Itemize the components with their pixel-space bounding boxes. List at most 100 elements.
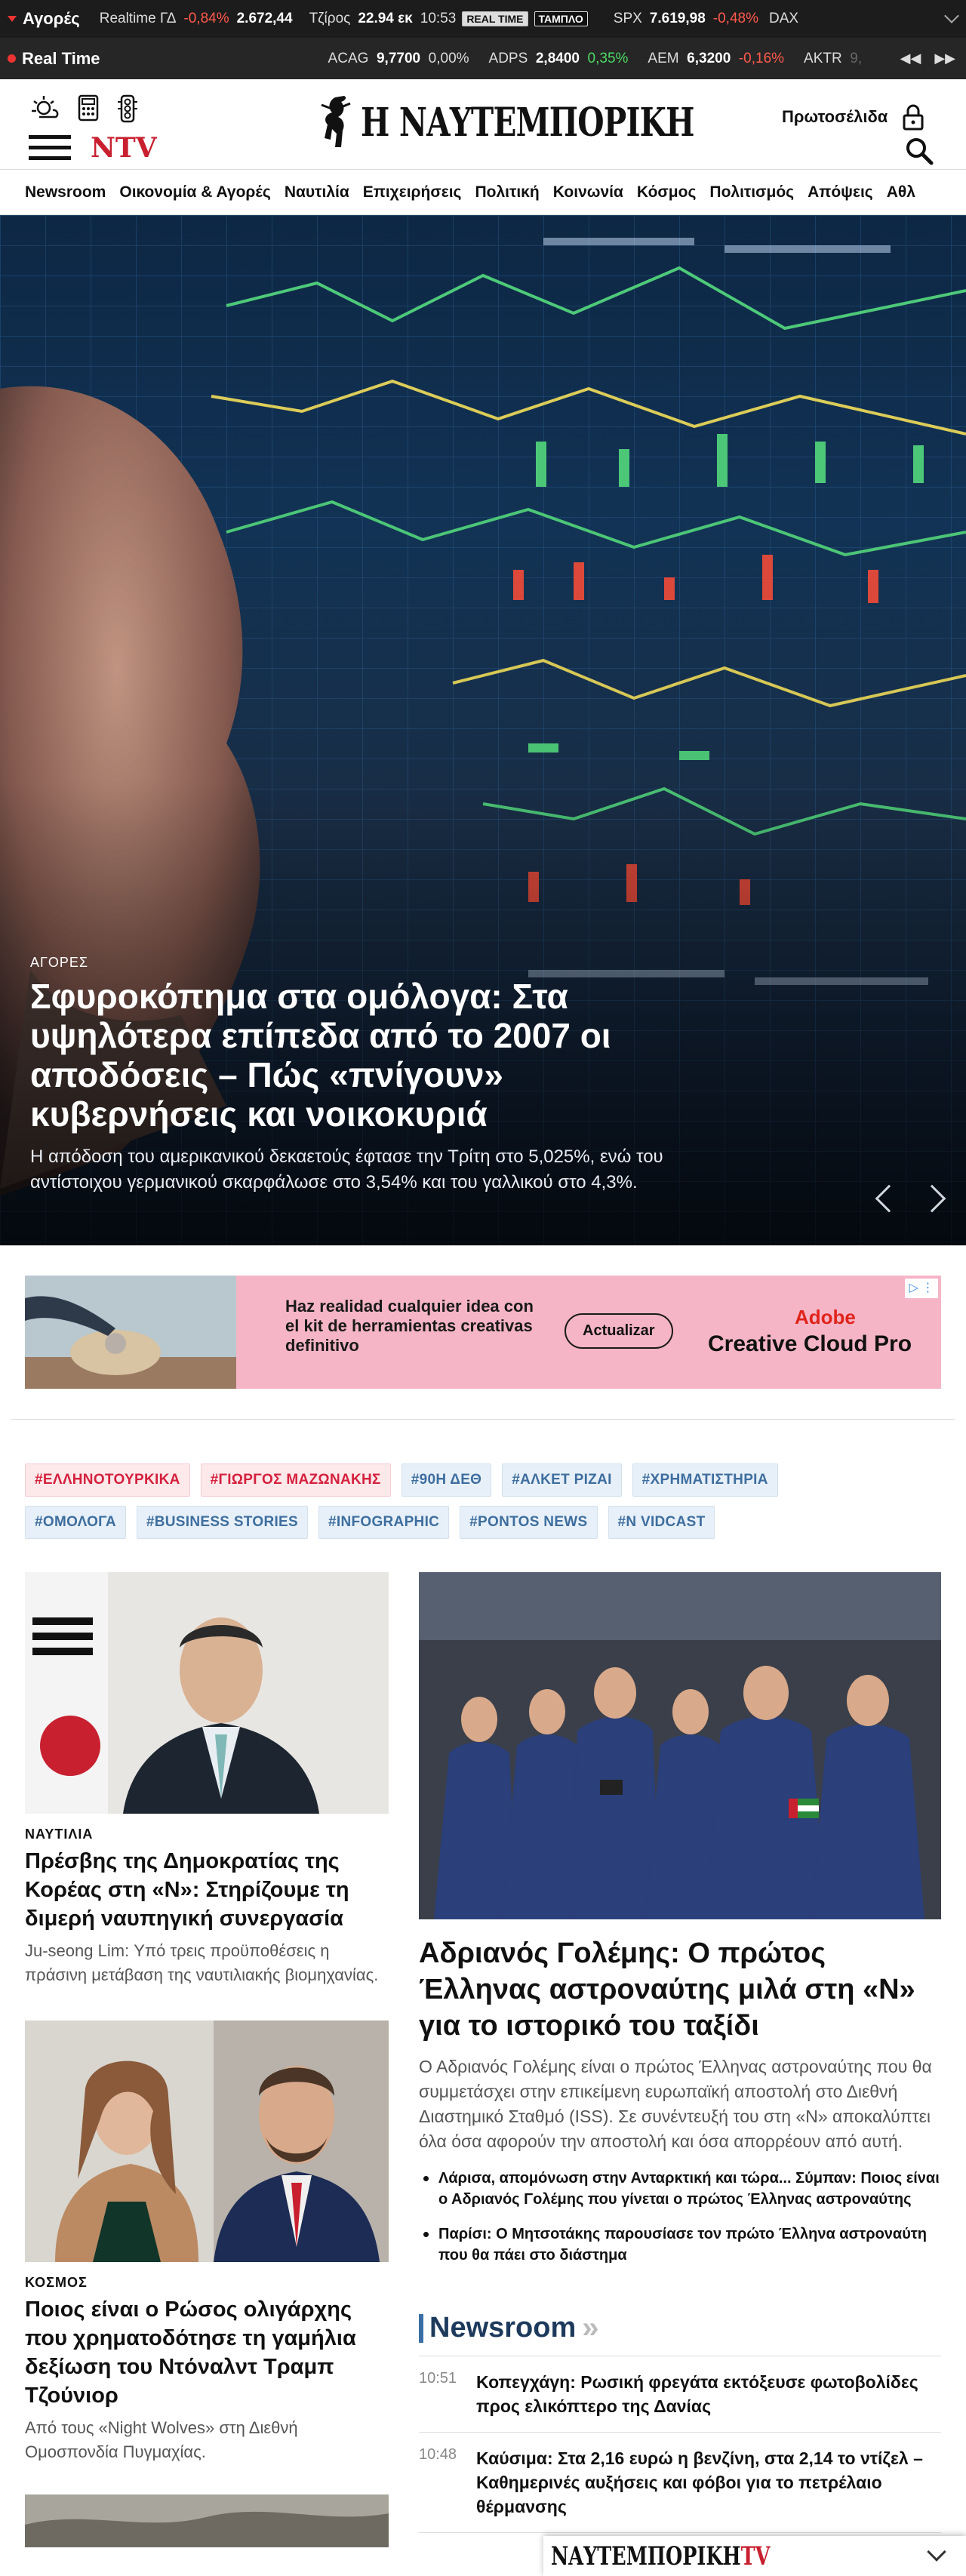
tag[interactable]: #BUSINESS STORIES: [136, 1506, 308, 1539]
tag[interactable]: #ΑΛΚΕΤ ΡΙΖΑΙ: [502, 1463, 622, 1497]
right-column: Αδριανός Γολέμης: Ο πρώτος Έλληνας αστρο…: [419, 1572, 941, 2533]
markets-ticker: Αγορές Realtime ΓΔ -0,84% 2.672,44 Τζίρο…: [0, 0, 966, 38]
nav-item-shipping[interactable]: Ναυτιλία: [285, 183, 349, 202]
article-title[interactable]: Ποιος είναι ο Ρώσος ολιγάρχης που χρηματ…: [25, 2295, 389, 2410]
spx-value: 7.619,98: [649, 11, 706, 26]
trump-jr-photo: [25, 2020, 389, 2262]
article-summary: Από τους «Night Wolves» στη Διεθνή Ομοσπ…: [25, 2418, 298, 2461]
ticker-prev-icon[interactable]: ◀◀: [900, 51, 921, 66]
lock-icon[interactable]: [903, 103, 924, 131]
tag[interactable]: #ΓΙΩΡΓΟΣ ΜΑΖΩΝΑΚΗΣ: [200, 1463, 391, 1497]
nav-item-world[interactable]: Κόσμος: [637, 183, 696, 202]
ntv-link[interactable]: NTV: [91, 132, 157, 164]
nav-item-newsroom[interactable]: Newsroom: [25, 183, 106, 202]
chevron-down-icon[interactable]: [944, 8, 959, 23]
article-summary: Ju-seong Lim: Υπό τρεις προϋποθέσεις η π…: [25, 1941, 379, 1984]
stock-item[interactable]: ADPS 2,8400 0,35%: [489, 51, 629, 67]
stock-item[interactable]: AEM 6,3200 -0,16%: [648, 51, 784, 67]
hero-summary: Η απόδοση του αμερικανικού δεκαετούς έφτ…: [30, 1146, 663, 1193]
ad-choices-icon[interactable]: ▷ ⋮: [905, 1279, 938, 1298]
nav-item-society[interactable]: Κοινωνία: [553, 183, 623, 202]
stock-item[interactable]: ACAG 9,7700 0,00%: [328, 51, 469, 67]
tag[interactable]: #ΧΡΗΜΑΤΙΣΤΗΡΙΑ: [632, 1463, 778, 1497]
tag[interactable]: #N VIDCAST: [608, 1506, 715, 1539]
menu-icon[interactable]: [29, 134, 71, 162]
header-tools: [30, 94, 139, 123]
nav-item-culture[interactable]: Πολιτισμός: [709, 183, 794, 202]
search-icon[interactable]: [904, 136, 934, 166]
newsroom-item[interactable]: 10:48 Καύσιμα: Στα 2,16 ευρώ η βενζίνη, …: [419, 2433, 941, 2533]
tag[interactable]: #90Η ΔΕΘ: [401, 1463, 492, 1497]
newsroom-title[interactable]: Newsroom: [429, 2312, 576, 2344]
hero-title[interactable]: Σφυροκόπημα στα ομόλογα: Στα υψηλότερα ε…: [30, 977, 694, 1134]
calculator-icon[interactable]: [77, 94, 100, 122]
nav-item-sports[interactable]: Αθλ: [887, 183, 915, 202]
tag[interactable]: #ΕΛΛΗΝΟΤΟΥΡΚΙΚΑ: [25, 1463, 190, 1497]
chevron-down-icon[interactable]: [927, 2542, 946, 2562]
article-title[interactable]: Πρέσβης της Δημοκρατίας της Κορέας στη «…: [25, 1847, 389, 1933]
newsroom-accent: [419, 2313, 423, 2343]
nav-item-opinions[interactable]: Απόψεις: [808, 183, 873, 202]
ticker-nav: ◀◀ ▶▶: [892, 38, 966, 79]
nav-item-politics[interactable]: Πολιτική: [475, 183, 539, 202]
ad-banner[interactable]: Haz realidad cualquier idea con el kit d…: [25, 1276, 941, 1389]
divider: [11, 1419, 955, 1420]
main-story[interactable]: Αδριανός Γολέμης: Ο πρώτος Έλληνας αστρο…: [419, 1572, 941, 2266]
newsroom-item[interactable]: 10:51 Κοπεγχάγη: Ρωσική φρεγάτα εκτόξευσ…: [419, 2356, 941, 2433]
tag[interactable]: #INFOGRAPHIC: [318, 1506, 450, 1539]
hero-kicker[interactable]: ΑΓΟΡΕΣ: [30, 955, 694, 971]
hero-article[interactable]: ΑΓΟΡΕΣ Σφυροκόπημα στα ομόλογα: Στα υψηλ…: [0, 215, 966, 1245]
newsroom-headline[interactable]: Καύσιμα: Στα 2,16 ευρώ η βενζίνη, στα 2,…: [476, 2446, 941, 2519]
nav-item-business[interactable]: Επιχειρήσεις: [363, 183, 462, 202]
nav-item-economy[interactable]: Οικονομία & Αγορές: [119, 183, 270, 202]
left-column: ΝΑΥΤΙΛΙΑ Πρέσβης της Δημοκρατίας της Κορ…: [25, 1572, 389, 2547]
hero-text: ΑΓΟΡΕΣ Σφυροκόπημα στα ομόλογα: Στα υψηλ…: [30, 955, 694, 1196]
caret-down-icon: [8, 16, 17, 22]
ntv-sticky-bar[interactable]: ΝΑΥΤΕΜΠΟΡΙΚΗTV: [543, 2536, 966, 2576]
ad-text: Haz realidad cualquier idea con el kit d…: [285, 1297, 534, 1355]
realtime-label: Real Time: [8, 49, 100, 69]
double-chevron-right-icon: »: [582, 2311, 599, 2344]
dax-name: DAX: [768, 11, 799, 26]
tag-list: #ΕΛΛΗΝΟΤΟΥΡΚΙΚΑ #ΓΙΩΡΓΟΣ ΜΑΖΩΝΑΚΗΣ #90Η …: [0, 1463, 891, 1539]
stock-item[interactable]: AKTR 9,: [804, 51, 862, 67]
site-logo-text: Η ΝΑΥΤΕΜΠΟΡΙΚΗ: [361, 99, 694, 146]
newsroom-time: 10:51: [419, 2370, 457, 2387]
hermes-logo-icon: [321, 96, 351, 147]
turnover-value: 22.94 εκ: [358, 11, 413, 26]
index-name[interactable]: Realtime ΓΔ: [100, 11, 177, 27]
realtime-badge[interactable]: REAL TIME: [462, 11, 528, 26]
ticker-next-icon[interactable]: ▶▶: [934, 51, 955, 66]
ad-product: Creative Cloud Pro: [708, 1331, 912, 1356]
site-header: NTV Η ΝΑΥΤΕΜΠΟΡΙΚΗ Πρωτοσέλιδα: [0, 79, 966, 170]
site-logo[interactable]: Η ΝΑΥΤΕΜΠΟΡΙΚΗ: [317, 94, 788, 150]
main-story-summary: Ο Αδριανός Γολέμης είναι ο πρώτος Έλληνα…: [419, 2057, 932, 2151]
article-category[interactable]: ΝΑΥΤΙΛΙΑ: [25, 1827, 389, 1842]
newsroom-time: 10:48: [419, 2446, 457, 2463]
article-card[interactable]: ΝΑΥΤΙΛΙΑ Πρέσβης της Δημοκρατίας της Κορ…: [25, 1572, 389, 1987]
ad-brand: Adobe: [795, 1306, 856, 1328]
article-card[interactable]: ΚΟΣΜΟΣ Ποιος είναι ο Ρώσος ολιγάρχης που…: [25, 2020, 389, 2464]
astronauts-photo: [419, 1572, 941, 1919]
main-story-title[interactable]: Αδριανός Γολέμης: Ο πρώτος Έλληνας αστρο…: [419, 1935, 941, 2044]
tag[interactable]: #ΟΜΟΛΟΓΑ: [25, 1506, 126, 1539]
board-badge[interactable]: ΤΑΜΠΛΟ: [534, 11, 588, 26]
tag[interactable]: #PONTOS NEWS: [460, 1506, 598, 1539]
article-category[interactable]: ΚΟΣΜΟΣ: [25, 2275, 389, 2291]
newsroom-header[interactable]: Newsroom »: [419, 2311, 941, 2356]
related-link[interactable]: Παρίσι: Ο Μητσοτάκης παρουσίασε τον πρώτ…: [419, 2224, 941, 2266]
ad-image: [25, 1276, 236, 1389]
traffic-light-icon[interactable]: [116, 94, 139, 123]
frontpages-link[interactable]: Πρωτοσέλιδα: [782, 103, 924, 131]
live-dot-icon: [8, 54, 16, 63]
ad-cta-button[interactable]: Actualizar: [565, 1313, 673, 1349]
markets-ticker-label[interactable]: Αγορές: [8, 9, 80, 29]
index-value: 2.672,44: [236, 11, 293, 26]
related-link[interactable]: Λάρισα, απομόνωση στην Ανταρκτική και τώ…: [419, 2168, 941, 2210]
article-image-partial: [25, 2494, 389, 2547]
ticker-time: 10:53: [420, 11, 457, 26]
index-change: -0,84%: [183, 11, 229, 26]
ambassador-photo: [25, 1572, 389, 1814]
weather-icon[interactable]: [30, 94, 60, 122]
newsroom-headline[interactable]: Κοπεγχάγη: Ρωσική φρεγάτα εκτόξευσε φωτο…: [476, 2370, 941, 2418]
